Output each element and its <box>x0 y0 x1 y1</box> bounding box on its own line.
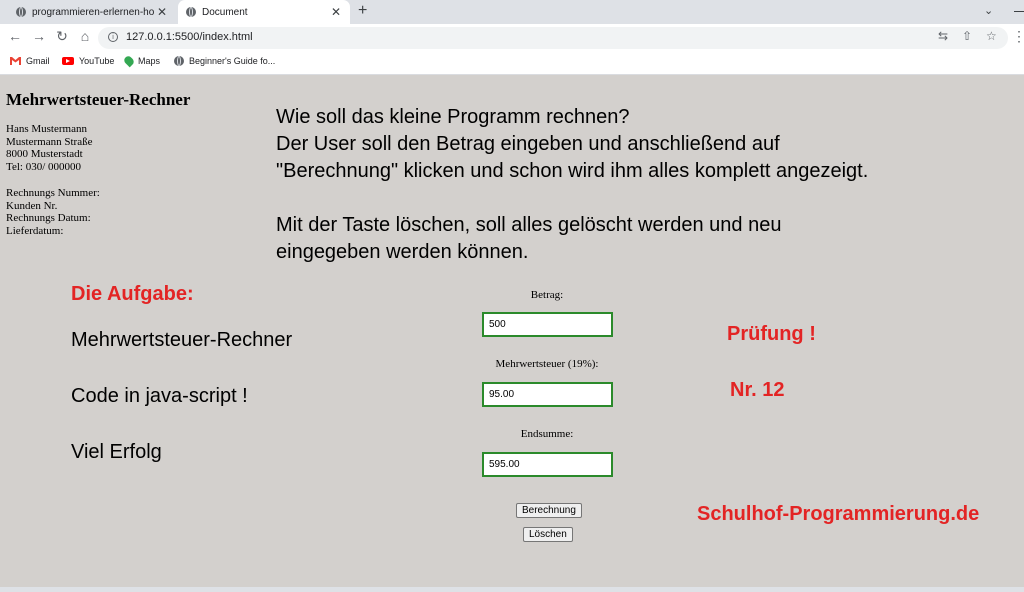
address-line: Hans Mustermann <box>6 123 87 135</box>
url-text[interactable]: 127.0.0.1:5500/index.html <box>126 31 253 43</box>
close-icon[interactable]: ✕ <box>328 5 344 19</box>
mwst-input[interactable] <box>482 382 613 407</box>
gmail-icon <box>10 57 21 65</box>
description-line: Wie soll das kleine Programm rechnen? <box>276 106 630 128</box>
bookmark-youtube[interactable]: YouTube <box>62 56 114 66</box>
bookmark-beginners-guide[interactable]: Beginner's Guide fo... <box>174 56 275 66</box>
youtube-icon <box>62 57 74 65</box>
globe-icon <box>186 7 196 17</box>
description-line <box>276 185 868 212</box>
bookmark-maps[interactable]: Maps <box>122 54 161 68</box>
address-line: Tel: 030/ 000000 <box>6 160 82 173</box>
address-line: 8000 Musterstadt <box>6 148 83 160</box>
mwst-label: Mehrwertsteuer (19%): <box>495 358 599 370</box>
menu-icon[interactable]: ⋮ <box>1010 28 1024 45</box>
minimize-icon[interactable] <box>1014 11 1024 12</box>
address-bar[interactable]: i 127.0.0.1:5500/index.html ⇆ ⇧ ☆ <box>98 27 1008 49</box>
chevron-down-icon[interactable]: ⌄ <box>984 4 993 17</box>
tab-title: programmieren-erlernen-how-ca <box>32 6 154 18</box>
forward-icon[interactable]: → <box>30 28 48 44</box>
description-line: eingegeben werden können. <box>276 241 529 263</box>
task-line: Mehrwertsteuer-Rechner <box>71 329 293 351</box>
bookmark-label: Maps <box>138 56 161 66</box>
share-icon[interactable]: ⇧ <box>962 29 972 43</box>
task-line: Code in java-script ! <box>71 385 248 407</box>
bookmarks-bar: Gmail YouTube Maps Beginner's Guide fo..… <box>0 52 1024 75</box>
page-title: Mehrwertsteuer-Rechner <box>6 90 191 109</box>
page-content: Mehrwertsteuer-Rechner Hans Mustermann M… <box>0 75 1024 587</box>
tab-document[interactable]: Document ✕ <box>178 0 350 24</box>
translate-icon[interactable]: ⇆ <box>938 29 948 43</box>
reload-icon[interactable]: ↻ <box>53 28 71 45</box>
address-line: Mustermann Straße <box>6 135 93 148</box>
description-line: Mit der Taste löschen, soll alles gelösc… <box>276 214 782 236</box>
page-bottom-border <box>0 587 1024 592</box>
info-icon[interactable]: i <box>108 32 118 42</box>
invoice-line: Kunden Nr. <box>6 199 58 212</box>
globe-icon <box>174 56 184 66</box>
description-line: Der User soll den Betrag eingeben und an… <box>276 133 780 155</box>
star-icon[interactable]: ☆ <box>986 29 997 43</box>
invoice-line: Rechnungs Datum: <box>6 212 91 224</box>
berechnung-button[interactable]: Berechnung <box>516 503 582 518</box>
globe-icon <box>16 7 26 17</box>
close-icon[interactable]: ✕ <box>154 5 170 19</box>
invoice-line: Rechnungs Nummer: <box>6 187 100 199</box>
loeschen-button[interactable]: Löschen <box>523 527 573 542</box>
back-icon[interactable]: ← <box>6 28 24 44</box>
exam-label: Prüfung ! <box>727 323 816 345</box>
task-line: Viel Erfolg <box>71 441 162 463</box>
bookmark-label: YouTube <box>79 56 115 66</box>
bookmark-gmail[interactable]: Gmail <box>10 56 50 66</box>
tab-title: Document <box>202 6 248 18</box>
bookmark-label: Beginner's Guide fo... <box>189 56 276 66</box>
exam-number: Nr. 12 <box>730 379 785 401</box>
tab-strip: programmieren-erlernen-how-ca ✕ Document… <box>0 0 1024 24</box>
task-heading: Die Aufgabe: <box>71 283 194 305</box>
tab-programmieren[interactable]: programmieren-erlernen-how-ca ✕ <box>6 0 176 24</box>
browser-toolbar: ← → ↻ ⌂ i 127.0.0.1:5500/index.html ⇆ ⇧ … <box>0 24 1024 52</box>
description-line: "Berechnung" klicken und schon wird ihm … <box>276 160 869 182</box>
invoice-line: Lieferdatum: <box>6 224 64 237</box>
site-brand: Schulhof-Programmierung.de <box>697 503 980 525</box>
betrag-label: Betrag: <box>530 289 564 301</box>
summe-input[interactable] <box>482 452 613 477</box>
description: Wie soll das kleine Programm rechnen? De… <box>276 104 868 266</box>
address-block: Hans Mustermann Mustermann Straße 8000 M… <box>6 123 100 237</box>
maps-icon <box>122 54 136 68</box>
summe-label: Endsumme: <box>520 428 574 440</box>
new-tab-button[interactable]: + <box>358 2 367 20</box>
betrag-input[interactable] <box>482 312 613 337</box>
home-icon[interactable]: ⌂ <box>76 28 94 44</box>
bookmark-label: Gmail <box>26 56 50 66</box>
